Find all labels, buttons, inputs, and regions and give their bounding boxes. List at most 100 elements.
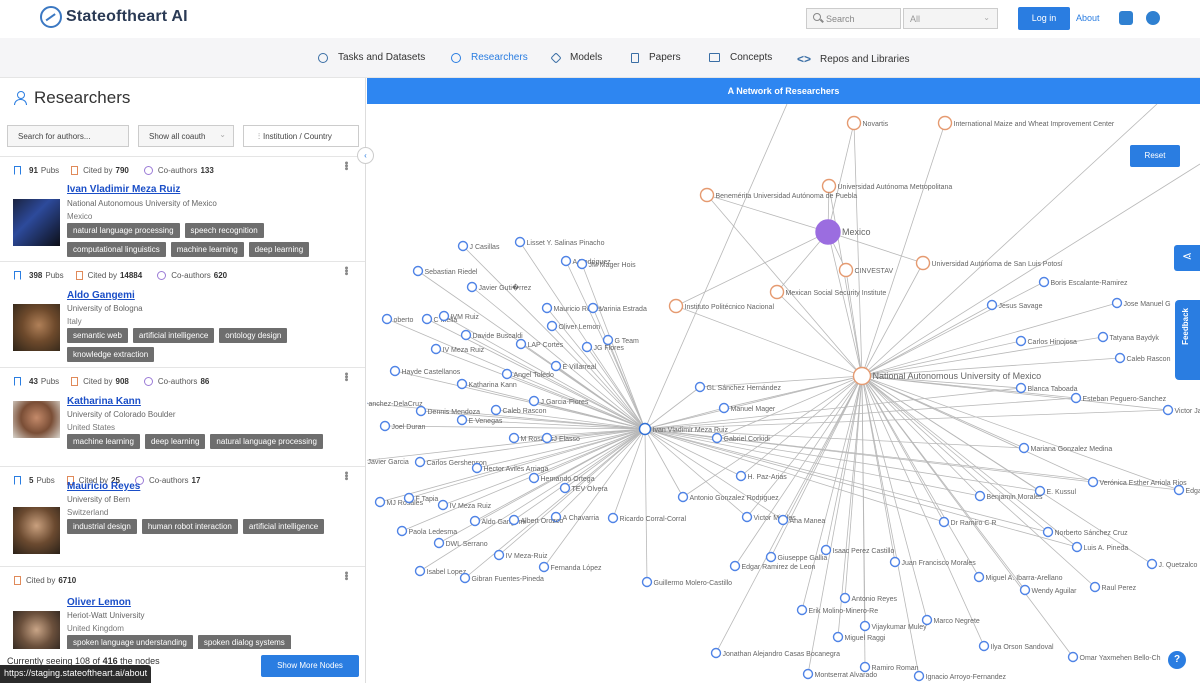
researcher-node[interactable] <box>859 620 871 632</box>
researcher-node[interactable] <box>602 334 614 346</box>
tag[interactable]: deep learning <box>248 242 310 257</box>
show-more-nodes-button[interactable]: Show More Nodes <box>261 655 359 677</box>
researcher-node[interactable] <box>1038 276 1050 288</box>
researcher-node[interactable] <box>389 365 401 377</box>
more-options-icon[interactable]: ••• <box>340 571 352 580</box>
institution-node[interactable] <box>821 178 837 194</box>
institution-node[interactable] <box>769 284 785 300</box>
researcher-name[interactable]: Aldo Gangemi <box>67 290 135 301</box>
researcher-node[interactable] <box>490 404 502 416</box>
nav-researchers[interactable]: Researchers <box>451 52 528 63</box>
researcher-node[interactable] <box>396 525 408 537</box>
researcher-node[interactable] <box>541 432 553 444</box>
nav-repos-and-libraries[interactable]: <> Repos and Libraries <box>797 52 910 66</box>
researcher-card[interactable]: 43 Pubs Cited by 908 Co-authors 86 ••• Kath… <box>0 367 365 466</box>
logo[interactable]: Stateoftheart AI <box>40 6 188 28</box>
country-node[interactable] <box>815 219 841 245</box>
researcher-node[interactable] <box>421 313 433 325</box>
nav-tasks-and-datasets[interactable]: Tasks and Datasets <box>318 52 425 63</box>
researcher-node[interactable] <box>1114 352 1126 364</box>
institution-node[interactable] <box>668 298 684 314</box>
researcher-node[interactable] <box>471 462 483 474</box>
tag[interactable]: ontology design <box>219 328 288 343</box>
tag[interactable]: machine learning <box>170 242 244 257</box>
researcher-name[interactable]: Katharina Kann <box>67 396 141 407</box>
tag[interactable]: knowledge extraction <box>67 347 155 362</box>
researcher-node[interactable] <box>550 360 562 372</box>
researcher-node[interactable] <box>859 661 871 673</box>
researcher-node[interactable] <box>729 560 741 572</box>
researcher-node[interactable] <box>607 512 619 524</box>
researcher-node[interactable] <box>437 499 449 511</box>
researcher-name[interactable]: Mauricio Reyes <box>67 481 140 492</box>
researcher-node[interactable] <box>1019 584 1031 596</box>
researcher-network-graph[interactable]: Novartis International Maize and Wheat Im… <box>367 104 1200 683</box>
institution-node[interactable] <box>915 255 931 271</box>
institution-country-button[interactable]: ⫶ Institution / Country <box>243 125 359 147</box>
researcher-node[interactable] <box>1071 541 1083 553</box>
researcher-node[interactable] <box>469 515 481 527</box>
researcher-node[interactable] <box>538 561 550 573</box>
researcher-node[interactable] <box>587 302 599 314</box>
researcher-node[interactable] <box>456 414 468 426</box>
institution-node[interactable] <box>937 115 953 131</box>
tag[interactable]: industrial design <box>67 519 137 534</box>
researcher-node[interactable] <box>677 491 689 503</box>
researcher-node[interactable] <box>711 432 723 444</box>
feedback-button[interactable]: Feedback <box>1175 300 1200 380</box>
researcher-node[interactable] <box>765 551 777 563</box>
researcher-node[interactable] <box>694 381 706 393</box>
discord-icon[interactable] <box>1119 11 1133 25</box>
nav-models[interactable]: Models <box>550 51 602 64</box>
researcher-node[interactable] <box>546 320 558 332</box>
reset-button[interactable]: Reset <box>1130 145 1180 167</box>
researcher-node[interactable] <box>796 604 808 616</box>
tag[interactable]: speech recognition <box>184 223 264 238</box>
researcher-node[interactable] <box>456 378 468 390</box>
more-options-icon[interactable]: ••• <box>340 161 352 170</box>
researcher-node[interactable] <box>1015 335 1027 347</box>
researcher-node[interactable] <box>913 670 925 682</box>
researcher-node[interactable] <box>381 313 393 325</box>
central-institution-node[interactable] <box>852 366 872 386</box>
tag[interactable]: artificial intelligence <box>132 328 215 343</box>
researcher-node[interactable] <box>528 472 540 484</box>
researcher-node[interactable] <box>1146 558 1158 570</box>
researcher-node[interactable] <box>560 255 572 267</box>
researcher-node[interactable] <box>832 631 844 643</box>
researcher-node[interactable] <box>741 511 753 523</box>
institution-node[interactable] <box>699 187 715 203</box>
researcher-node[interactable] <box>414 565 426 577</box>
institution-node[interactable] <box>846 115 862 131</box>
researcher-node[interactable] <box>438 310 450 322</box>
login-button[interactable]: Log in <box>1018 7 1070 30</box>
nav-concepts[interactable]: Concepts <box>709 52 772 63</box>
tag[interactable]: semantic web <box>67 328 128 343</box>
researcher-card[interactable]: 398 Pubs Cited by 14884 Co-authors 620 ••• … <box>0 261 365 367</box>
tag[interactable]: spoken dialog systems <box>197 635 291 650</box>
researcher-node[interactable] <box>576 258 588 270</box>
researcher-node[interactable] <box>641 576 653 588</box>
search-input[interactable]: Search <box>806 8 901 29</box>
more-options-icon[interactable]: ••• <box>340 471 352 480</box>
researcher-node[interactable] <box>528 395 540 407</box>
share-icon[interactable] <box>1174 245 1200 271</box>
researcher-node[interactable] <box>839 592 851 604</box>
researcher-node[interactable] <box>415 405 427 417</box>
researcher-node[interactable] <box>820 544 832 556</box>
researcher-node[interactable] <box>1015 382 1027 394</box>
researcher-node[interactable] <box>559 482 571 494</box>
researcher-node[interactable] <box>978 640 990 652</box>
researcher-node[interactable] <box>1018 442 1030 454</box>
researcher-node[interactable] <box>973 571 985 583</box>
researcher-name[interactable]: Ivan Vladimir Meza Ruiz <box>67 184 180 195</box>
more-options-icon[interactable]: ••• <box>340 372 352 381</box>
tag[interactable]: deep learning <box>144 434 206 449</box>
researcher-node[interactable] <box>1173 484 1185 496</box>
researcher-node[interactable] <box>460 329 472 341</box>
researcher-node[interactable] <box>379 420 391 432</box>
researcher-node[interactable] <box>466 281 478 293</box>
tag[interactable]: artificial intelligence <box>242 519 325 534</box>
tag[interactable]: machine learning <box>67 434 140 449</box>
researcher-node[interactable] <box>457 240 469 252</box>
